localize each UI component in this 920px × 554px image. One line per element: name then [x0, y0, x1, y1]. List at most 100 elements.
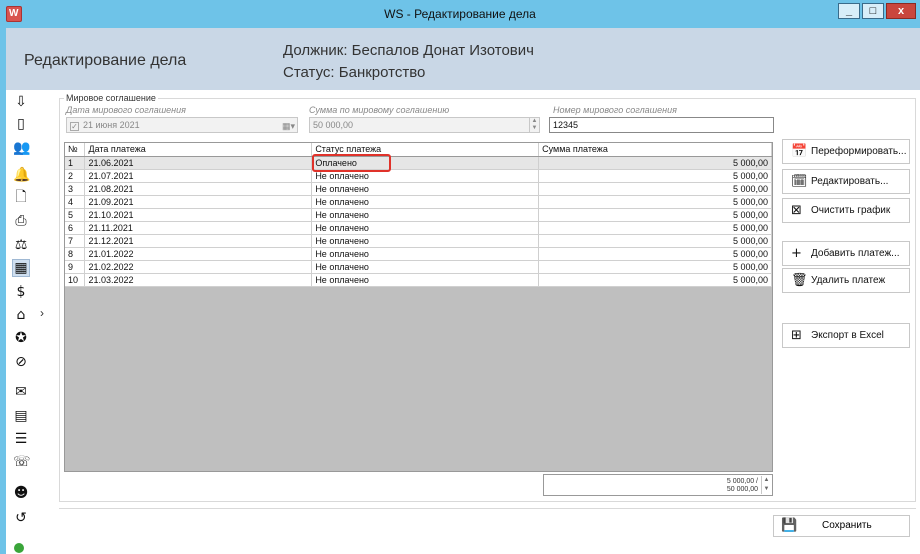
payments-grid: № Дата платежа Статус платежа Сумма плат… — [64, 142, 773, 472]
cell-number: 6 — [65, 221, 86, 235]
cell-number: 4 — [65, 195, 86, 209]
table-row[interactable]: 6 21.11.2021 Не оплачено 5 000,00 — [65, 221, 772, 235]
cell-number: 3 — [65, 182, 86, 196]
number-field[interactable]: 12345 — [549, 117, 774, 133]
mail-icon[interactable]: ✉ — [13, 384, 29, 400]
table-row[interactable]: 7 21.12.2021 Не оплачено 5 000,00 — [65, 234, 772, 248]
maximize-button[interactable]: □ — [862, 3, 884, 19]
minimize-button[interactable]: _ — [838, 3, 860, 19]
totals-spinner[interactable]: ▲ ▼ — [761, 476, 771, 494]
cell-date: 21.03.2022 — [84, 273, 313, 287]
cell-date: 21.12.2021 — [84, 234, 313, 248]
reformat-button[interactable]: 📅 Переформировать... — [782, 139, 910, 164]
edit-button[interactable]: 🗓 Редактировать... — [782, 169, 910, 194]
date-field[interactable]: ✓ 21 июня 2021 ▦▾ — [66, 117, 298, 133]
edit-label: Редактировать... — [811, 176, 889, 187]
calendar-icon[interactable]: ▦ — [12, 259, 30, 277]
table-row[interactable]: 2 21.07.2021 Не оплачено 5 000,00 — [65, 169, 772, 183]
expand-sidebar-icon[interactable]: › — [40, 306, 44, 320]
status-highlight-box — [312, 154, 391, 172]
table-row[interactable]: 5 21.10.2021 Не оплачено 5 000,00 — [65, 208, 772, 222]
seal-icon[interactable]: ✪ — [13, 330, 29, 346]
close-button[interactable]: x — [886, 3, 916, 19]
chat-icon[interactable]: ☏ — [13, 454, 31, 470]
cell-status[interactable]: Не оплачено — [311, 182, 540, 196]
users-icon[interactable]: 👥 — [13, 140, 30, 156]
delete-label: Удалить платеж — [811, 275, 886, 286]
sum-spinner[interactable]: ▲ ▼ — [529, 118, 539, 132]
page-header: Редактирование дела Должник: Беспалов До… — [6, 28, 920, 90]
table-row[interactable]: 4 21.09.2021 Не оплачено 5 000,00 — [65, 195, 772, 209]
table-row[interactable]: 8 21.01.2022 Не оплачено 5 000,00 — [65, 247, 772, 261]
cell-amount: 5 000,00 — [538, 221, 772, 235]
table-row[interactable]: 1 21.06.2021 Оплачено 5 000,00 — [65, 156, 772, 170]
cell-status[interactable]: Не оплачено — [311, 221, 540, 235]
save-button[interactable]: 💾 Сохранить — [773, 515, 910, 537]
history-icon[interactable]: ↺ — [13, 510, 29, 526]
cell-number: 5 — [65, 208, 86, 222]
bell-icon[interactable]: 🔔 — [13, 167, 30, 183]
cell-status[interactable]: Не оплачено — [311, 234, 540, 248]
number-label: Номер мирового соглашения — [553, 105, 677, 115]
calendar-refresh-icon: 📅 — [791, 144, 808, 159]
table-row[interactable]: 10 21.03.2022 Не оплачено 5 000,00 — [65, 273, 772, 287]
cell-status[interactable]: Не оплачено — [311, 195, 540, 209]
calendar-dropdown-icon[interactable]: ▦▾ — [282, 119, 295, 133]
cell-date: 21.02.2022 — [84, 260, 313, 274]
document-search-icon[interactable]: 🗋 — [13, 189, 29, 205]
totals-values: 5 000,00 / 50 000,00 — [727, 478, 758, 494]
file-text-icon[interactable]: ☰ — [13, 431, 29, 447]
page-title: Редактирование дела — [24, 52, 187, 69]
cell-amount: 5 000,00 — [538, 260, 772, 274]
date-label: Дата мирового соглашения — [66, 105, 186, 115]
cell-date: 21.11.2021 — [84, 221, 313, 235]
cell-status[interactable]: Не оплачено — [311, 260, 540, 274]
cell-amount: 5 000,00 — [538, 182, 772, 196]
case-status: Статус: Банкротство — [283, 64, 426, 81]
cell-amount: 5 000,00 — [538, 273, 772, 287]
table-row[interactable]: 3 21.08.2021 Не оплачено 5 000,00 — [65, 182, 772, 196]
print-icon[interactable]: ⎙ — [13, 213, 29, 229]
cell-status[interactable]: Не оплачено — [311, 208, 540, 222]
cell-amount: 5 000,00 — [538, 247, 772, 261]
settlement-group-title: Мировое соглашение — [64, 93, 158, 103]
cell-date: 21.01.2022 — [84, 247, 313, 261]
cancel-icon[interactable]: ⊘ — [13, 354, 29, 370]
cell-status[interactable]: Не оплачено — [311, 273, 540, 287]
table-body: 1 21.06.2021 Оплачено 5 000,00 2 21.07.2021 Н… — [65, 156, 772, 287]
clear-schedule-button[interactable]: ⊠ Очистить график — [782, 198, 910, 223]
save-label: Сохранить — [822, 520, 872, 531]
cell-amount: 5 000,00 — [538, 156, 772, 170]
delete-payment-button[interactable]: 🗑 Удалить платеж — [782, 268, 910, 293]
file-icon[interactable]: ▤ — [13, 408, 29, 424]
house-search-icon[interactable]: ⌂ — [13, 307, 29, 323]
sum-field[interactable]: 50 000,00 ▲ ▼ — [309, 117, 540, 133]
totals-field: 5 000,00 / 50 000,00 ▲ ▼ — [543, 474, 773, 496]
cell-number: 10 — [65, 273, 86, 287]
table-row[interactable]: 9 21.02.2022 Не оплачено 5 000,00 — [65, 260, 772, 274]
add-payment-button[interactable]: + Добавить платеж... — [782, 241, 910, 266]
cell-status[interactable]: Не оплачено — [311, 247, 540, 261]
court-icon[interactable]: ⚖ — [13, 237, 29, 253]
document-icon[interactable]: ▯ — [13, 116, 29, 132]
col-number-header[interactable]: № — [65, 143, 86, 157]
col-amount-header[interactable]: Сумма платежа — [538, 143, 772, 157]
add-label: Добавить платеж... — [811, 248, 900, 259]
date-value: 21 июня 2021 — [83, 120, 140, 130]
excel-icon: ⊞ — [791, 328, 802, 343]
import-doc-icon[interactable]: ⇩ — [13, 94, 29, 110]
cell-date: 21.09.2021 — [84, 195, 313, 209]
cell-number: 8 — [65, 247, 86, 261]
cell-amount: 5 000,00 — [538, 195, 772, 209]
save-icon: 💾 — [781, 518, 798, 533]
date-checkbox[interactable]: ✓ — [70, 122, 79, 131]
sum-value: 50 000,00 — [313, 120, 354, 130]
dollar-icon[interactable]: $ — [13, 284, 29, 300]
people-speak-icon[interactable]: ☻ — [13, 485, 29, 501]
clear-label: Очистить график — [811, 205, 891, 216]
main-window: WS - Редактирование дела _ □ x Редактиро… — [0, 0, 920, 554]
export-excel-button[interactable]: ⊞ Экспорт в Excel — [782, 323, 910, 348]
reformat-label: Переформировать... — [811, 146, 907, 157]
cell-date: 21.10.2021 — [84, 208, 313, 222]
col-date-header[interactable]: Дата платежа — [84, 143, 313, 157]
